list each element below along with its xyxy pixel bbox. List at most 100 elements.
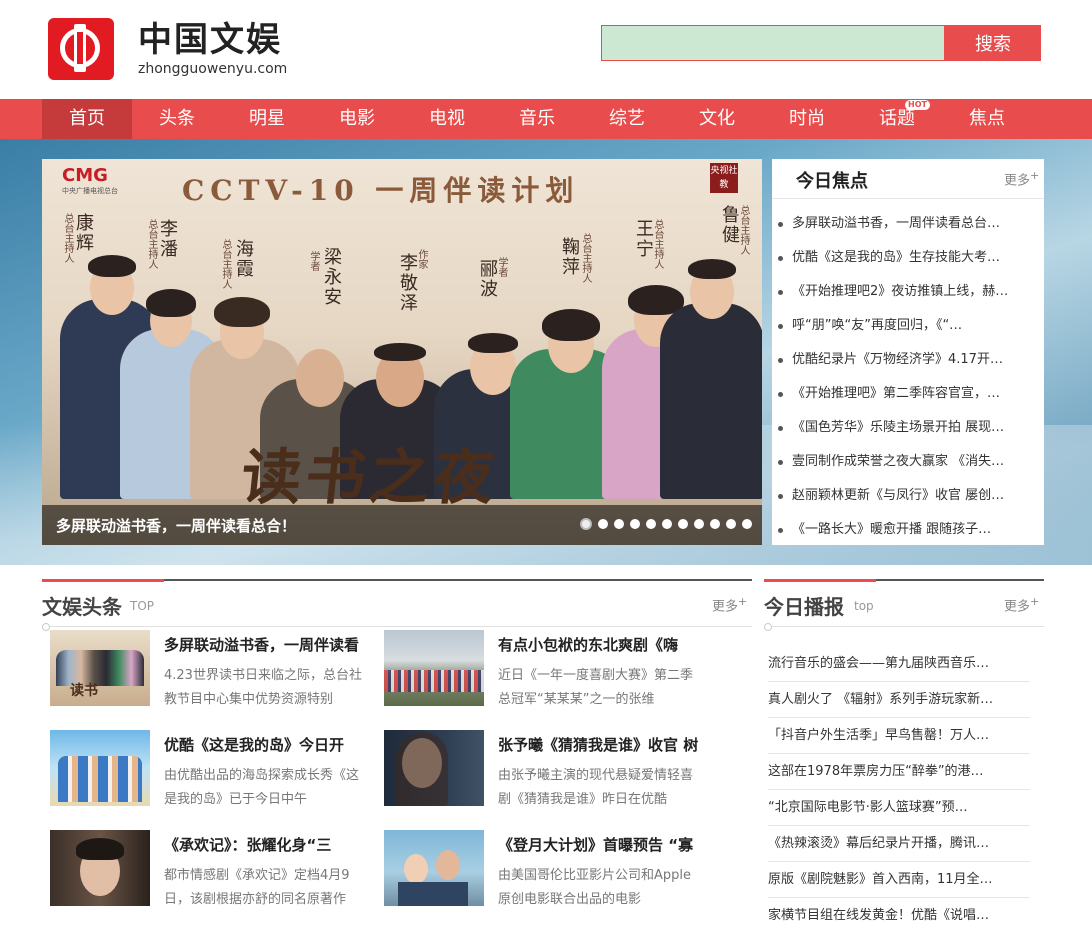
headlines-tag: TOP: [130, 599, 155, 613]
news-card[interactable]: 张予曦《猜猜我是谁》收官 树 由张予曦主演的现代悬疑爱情轻喜剧《猜猜我是谁》昨日…: [384, 730, 714, 807]
person-role: 作家: [416, 249, 427, 269]
broadcast-more-link[interactable]: 更多+: [1004, 595, 1039, 614]
carousel-dots: [580, 518, 752, 530]
person-role: 总台主持人: [220, 239, 231, 289]
focus-item[interactable]: 赵丽颖林更新《与凤行》收官 屡创…: [772, 479, 1044, 513]
carousel-dot[interactable]: [580, 518, 592, 530]
news-card[interactable]: 《登月大计划》首曝预告 “寡 由美国哥伦比亚影片公司和Apple原创电影联合出品…: [384, 830, 714, 907]
carousel-dot[interactable]: [646, 519, 656, 529]
news-thumbnail[interactable]: [384, 630, 484, 706]
news-summary: 都市情感剧《承欢记》定档4月9日，该剧根据亦舒的同名原著作: [164, 868, 350, 907]
broadcast-item[interactable]: “北京国际电影节·影人篮球赛”预…: [768, 790, 1030, 826]
nav-item-variety[interactable]: 综艺: [582, 99, 672, 139]
search-bar: 搜索: [601, 25, 1041, 61]
slide-caption-bar: 多屏联动溢书香，一周伴读看总合！: [42, 505, 762, 545]
slide-poster-title: CCTV-10 一周伴读计划: [182, 174, 580, 207]
focus-item[interactable]: 《国色芳华》乐陵主场景开拍 展现…: [772, 411, 1044, 445]
broadcast-item[interactable]: 流行音乐的盛会——第九届陕西音乐…: [768, 646, 1030, 682]
broadcast-section-header: 今日播报 top 更多+: [764, 579, 1044, 631]
focus-item[interactable]: 《一路长大》暖愈开播 跟随孩子…: [772, 513, 1044, 547]
carousel-dot[interactable]: [598, 519, 608, 529]
nav-item-culture[interactable]: 文化: [672, 99, 762, 139]
nav-item-fashion[interactable]: 时尚: [762, 99, 852, 139]
main-nav: 首页 头条 明星 电影 电视 音乐 综艺 文化 时尚 话题 HOT 焦点: [0, 99, 1092, 139]
broadcast-title: 今日播报: [764, 595, 844, 619]
person-role: 总台主持人: [652, 219, 663, 269]
nav-item-stars[interactable]: 明星: [222, 99, 312, 139]
nav-item-focus[interactable]: 焦点: [942, 99, 1032, 139]
news-thumbnail[interactable]: 读书: [50, 630, 150, 706]
news-card[interactable]: 优酷《这是我的岛》今日开 由优酷出品的海岛探索成长秀《这是我的岛》已于今日中午: [50, 730, 380, 807]
person-role: 总台主持人: [62, 213, 73, 263]
logo-name: 中国文娱: [138, 20, 282, 60]
carousel-dot[interactable]: [678, 519, 688, 529]
slide-caption[interactable]: 多屏联动溢书香，一周伴读看总合！: [56, 515, 296, 536]
nav-item-music[interactable]: 音乐: [492, 99, 582, 139]
news-card[interactable]: 《承欢记》：张耀化身“三 都市情感剧《承欢记》定档4月9日，该剧根据亦舒的同名原…: [50, 830, 380, 907]
person-role: 学者: [308, 251, 319, 271]
news-summary: 4.23世界读书日来临之际，总台社教节目中心集中优势资源特别: [164, 668, 362, 707]
carousel-dot[interactable]: [710, 519, 720, 529]
news-title[interactable]: 有点小包袱的东北爽剧《嗨: [498, 634, 714, 655]
focus-item[interactable]: 壹同制作成荣誉之夜大赢家 《消失…: [772, 445, 1044, 479]
news-title[interactable]: 张予曦《猜猜我是谁》收官 树: [498, 734, 714, 755]
nav-item-topics[interactable]: 话题 HOT: [852, 99, 942, 139]
focus-item[interactable]: 《开始推理吧》第二季阵容官宣，…: [772, 377, 1044, 411]
news-summary: 由优酷出品的海岛探索成长秀《这是我的岛》已于今日中午: [164, 768, 360, 807]
broadcast-item[interactable]: 「抖音户外生活季」早鸟售罄！万人…: [768, 718, 1030, 754]
focus-item[interactable]: 多屏联动溢书香，一周伴读看总台…: [772, 207, 1044, 241]
headlines-section-header: 文娱头条 TOP 更多+: [42, 579, 752, 631]
news-title[interactable]: 《承欢记》：张耀化身“三: [164, 834, 380, 855]
carousel-dot[interactable]: [614, 519, 624, 529]
nav-item-movies[interactable]: 电影: [312, 99, 402, 139]
carousel-dot[interactable]: [662, 519, 672, 529]
news-thumbnail[interactable]: [50, 730, 150, 806]
headlines-title: 文娱头条: [42, 595, 122, 619]
news-title[interactable]: 多屏联动溢书香，一周伴读看: [164, 634, 380, 655]
nav-item-headlines[interactable]: 头条: [132, 99, 222, 139]
news-thumbnail[interactable]: [50, 830, 150, 906]
logo-text: 中国文娱 zhongguowenyu.com: [138, 21, 287, 77]
slide-big-title: 读书之夜: [237, 443, 502, 513]
hot-badge: HOT: [905, 100, 930, 110]
carousel-dot[interactable]: [726, 519, 736, 529]
news-title[interactable]: 优酷《这是我的岛》今日开: [164, 734, 380, 755]
news-title[interactable]: 《登月大计划》首曝预告 “寡: [498, 834, 714, 855]
nav-item-home[interactable]: 首页: [42, 99, 132, 139]
focus-item[interactable]: 呼“朋”唤“友”再度回归，《“…: [772, 309, 1044, 343]
news-summary: 由美国哥伦比亚影片公司和Apple原创电影联合出品的电影: [498, 868, 692, 907]
nav-item-tv[interactable]: 电视: [402, 99, 492, 139]
search-input[interactable]: [601, 25, 945, 61]
focus-item[interactable]: 《开始推理吧2》夜访推镇上线，赫…: [772, 275, 1044, 309]
person-name: 梁永安: [321, 247, 342, 307]
focus-title: 今日焦点: [796, 171, 868, 192]
focus-item[interactable]: 优酷纪录片《万物经济学》4.17开…: [772, 343, 1044, 377]
person-role: 总台主持人: [738, 205, 749, 255]
news-card[interactable]: 读书 多屏联动溢书香，一周伴读看 4.23世界读书日来临之际，总台社教节目中心集…: [50, 630, 380, 707]
slide-badge: 央视社教: [710, 163, 738, 193]
search-button[interactable]: 搜索: [945, 25, 1041, 61]
headlines-more-link[interactable]: 更多+: [712, 595, 747, 614]
broadcast-item[interactable]: 原版《剧院魅影》首入西南，11月全…: [768, 862, 1030, 898]
carousel-dot[interactable]: [742, 519, 752, 529]
focus-more-link[interactable]: 更多+: [1004, 169, 1039, 188]
logo-icon: [48, 18, 114, 80]
carousel-dot[interactable]: [694, 519, 704, 529]
broadcast-list: 流行音乐的盛会——第九届陕西音乐… 真人剧火了 《辐射》系列手游玩家新… 「抖音…: [768, 646, 1030, 934]
carousel-slide[interactable]: CMG 中央广播电视总台 CCTV-10 一周伴读计划 央视社教 康辉 总台主持…: [42, 159, 762, 545]
focus-header: 今日焦点 更多+: [772, 159, 1044, 199]
focus-item[interactable]: 优酷《这是我的岛》生存技能大考…: [772, 241, 1044, 275]
site-logo[interactable]: 中国文娱 zhongguowenyu.com: [48, 18, 287, 80]
broadcast-item[interactable]: 《热辣滚烫》幕后纪录片开播，腾讯…: [768, 826, 1030, 862]
person-role: 总台主持人: [580, 233, 591, 283]
news-thumbnail[interactable]: [384, 830, 484, 906]
carousel-dot[interactable]: [630, 519, 640, 529]
today-focus-panel: 今日焦点 更多+ 多屏联动溢书香，一周伴读看总台… 优酷《这是我的岛》生存技能大…: [772, 159, 1044, 545]
news-thumbnail[interactable]: [384, 730, 484, 806]
logo-domain: zhongguowenyu.com: [138, 61, 288, 77]
cmg-logo: CMG 中央广播电视总台: [62, 165, 118, 195]
news-card[interactable]: 有点小包袱的东北爽剧《嗨 近日《一年一度喜剧大赛》第二季总冠军“某某某”之一的张…: [384, 630, 714, 707]
broadcast-item[interactable]: 这部在1978年票房力压“醉拳”的港…: [768, 754, 1030, 790]
person-role: 学者: [496, 257, 507, 277]
broadcast-item[interactable]: 真人剧火了 《辐射》系列手游玩家新…: [768, 682, 1030, 718]
